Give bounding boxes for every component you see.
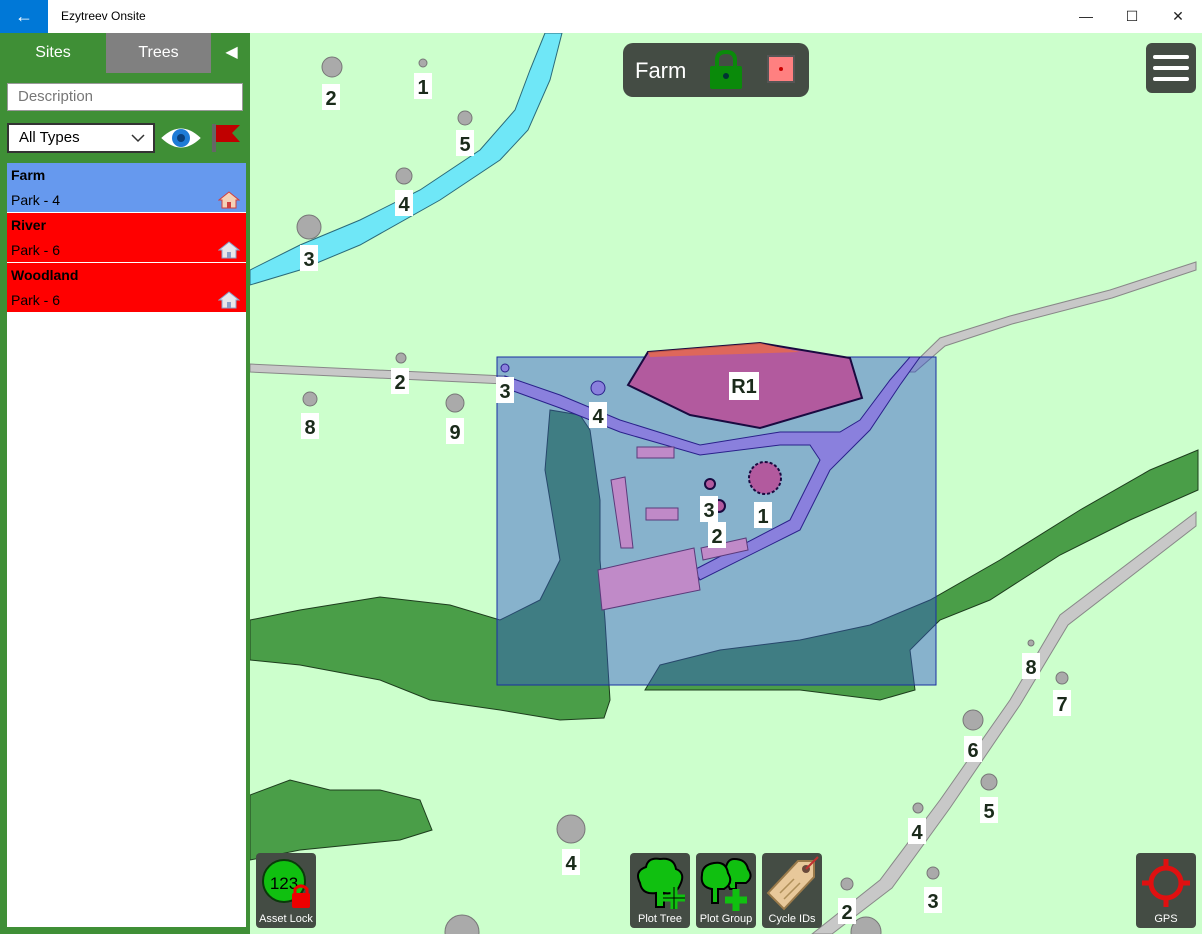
site-name: Woodland <box>11 267 79 283</box>
maximize-button[interactable]: ☐ <box>1109 0 1155 33</box>
gps-crosshair-icon <box>1142 859 1190 907</box>
back-button[interactable]: ← <box>0 0 48 33</box>
site-name: River <box>11 217 47 233</box>
tree-label: 3 <box>927 891 938 913</box>
lock-icon[interactable] <box>707 49 745 91</box>
plot-group-icon <box>700 857 752 911</box>
plot-tree-label: Plot Tree <box>637 913 683 925</box>
minimize-button[interactable]: — <box>1063 0 1109 33</box>
tree-label: 4 <box>911 822 923 844</box>
flag-icon[interactable] <box>210 122 244 154</box>
asset-lock-icon: 123 <box>262 859 310 908</box>
tree-1-marker[interactable] <box>748 461 782 495</box>
tab-sites[interactable]: Sites <box>0 33 106 73</box>
map-canvas[interactable]: 2 1 5 4 3 2 8 9 3 4 3 2 1 R1 8 7 6 5 4 3… <box>250 33 1202 934</box>
site-list: Farm Park - 4 River Park - 6 Woodland Pa… <box>7 163 246 927</box>
gps-label: GPS <box>1154 913 1178 925</box>
collapse-sidebar-icon[interactable]: ◀ <box>213 33 250 73</box>
tree-label: 3 <box>303 249 314 271</box>
asset-lock-button[interactable]: 123 Asset Lock <box>256 853 316 928</box>
type-filter-value: All Types <box>19 129 80 146</box>
tree-label: 6 <box>967 740 978 762</box>
cycle-ids-button[interactable]: Cycle IDs <box>762 853 822 928</box>
plot-group-label: Plot Group <box>699 913 753 925</box>
tree-label: 5 <box>983 801 994 823</box>
tree-label: 4 <box>398 194 410 216</box>
region-label: R1 <box>731 376 757 398</box>
tree-3-marker[interactable] <box>704 478 716 490</box>
visibility-eye-icon[interactable] <box>160 124 202 152</box>
close-button[interactable]: ✕ <box>1155 0 1201 33</box>
sidebar: Sites Trees ◀ Description All Types Farm… <box>0 33 250 934</box>
description-input[interactable]: Description <box>7 83 243 111</box>
site-name-label: Farm <box>635 58 687 83</box>
tree-label: 2 <box>325 88 336 110</box>
site-subtitle: Park - 4 <box>11 192 61 208</box>
tree-label: 8 <box>1025 657 1036 679</box>
plot-tree-button[interactable]: Plot Tree <box>630 853 690 928</box>
list-item[interactable]: River Park - 6 <box>7 213 246 262</box>
river-shape <box>250 33 563 286</box>
tree-label: 1 <box>757 506 768 528</box>
app-title: Ezytreev Onsite <box>61 9 146 23</box>
site-subtitle: Park - 6 <box>11 242 61 258</box>
tree-label: 2 <box>394 372 405 394</box>
type-filter-select[interactable]: All Types <box>7 123 155 153</box>
road-left <box>250 363 506 385</box>
menu-icon[interactable] <box>1146 43 1196 93</box>
cycle-ids-label: Cycle IDs <box>768 913 816 925</box>
tree-label: 8 <box>304 417 315 439</box>
tree-3-marker[interactable] <box>500 363 510 373</box>
list-item[interactable]: Woodland Park - 6 <box>7 263 246 312</box>
asset-lock-label: Asset Lock <box>259 913 313 925</box>
tree-label: 2 <box>711 526 722 548</box>
tab-trees[interactable]: Trees <box>106 33 211 73</box>
chevron-down-icon <box>131 125 145 160</box>
tree-label: 3 <box>703 500 714 522</box>
color-swatch-icon[interactable] <box>767 55 795 83</box>
home-icon <box>218 191 240 209</box>
home-icon <box>218 241 240 259</box>
plot-group-button[interactable]: Plot Group <box>696 853 756 928</box>
road-right <box>903 261 1197 373</box>
woodland-south <box>250 779 433 861</box>
title-bar: ← Ezytreev Onsite — ☐ ✕ <box>0 0 1202 34</box>
site-name: Farm <box>11 167 46 183</box>
tag-icon <box>766 856 819 911</box>
site-subtitle: Park - 6 <box>11 292 61 308</box>
tree-label: 4 <box>592 406 604 428</box>
tree-label: 4 <box>565 853 577 875</box>
tree-label: 9 <box>449 422 460 444</box>
list-item[interactable]: Farm Park - 4 <box>7 163 246 212</box>
tree-label: 1 <box>417 77 428 99</box>
tree-label: 7 <box>1056 694 1067 716</box>
tree-label: 2 <box>841 902 852 924</box>
home-icon <box>218 291 240 309</box>
plot-tree-icon <box>637 857 685 909</box>
tree-label: 5 <box>459 134 470 156</box>
site-lock-panel: Farm <box>623 43 809 97</box>
tree-4-marker[interactable] <box>590 380 606 396</box>
tree-label: 3 <box>499 381 510 403</box>
gps-button[interactable]: GPS <box>1136 853 1196 928</box>
